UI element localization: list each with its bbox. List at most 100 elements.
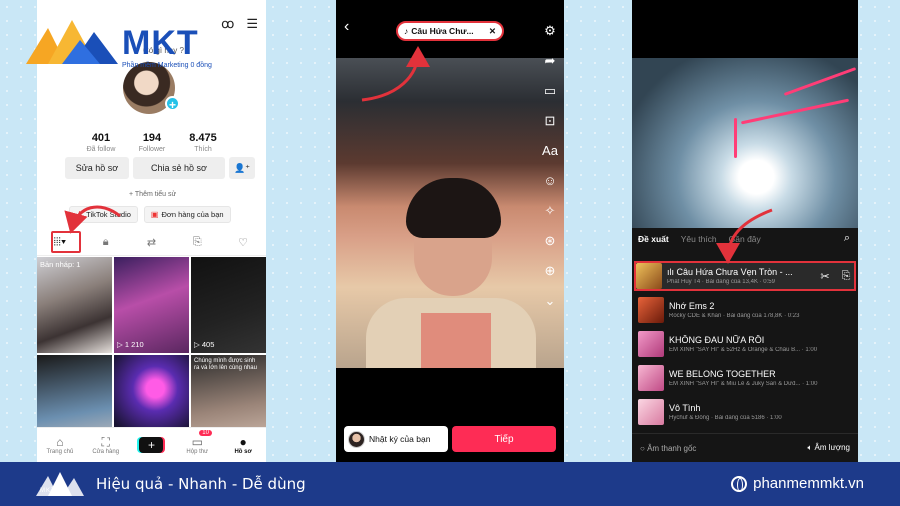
bottom-nav: ⌂ Trang chủ ⛶ Cửa hàng + 10 ▭ Hộp thư ● Hồ sơ bbox=[37, 427, 266, 462]
song-title: Nhớ Ems 2 bbox=[669, 301, 715, 311]
song-title: KHÔNG ĐAU NỮA RỒI bbox=[669, 335, 765, 345]
stat-value: 194 bbox=[142, 132, 162, 144]
footer-website[interactable]: phanmemmkt.vn bbox=[731, 475, 864, 492]
song-text: ılı Câu Hứa Chưa Vẹn Tròn - ... Phát Huy… bbox=[667, 267, 812, 285]
text-icon[interactable]: Aa bbox=[542, 142, 558, 160]
nav-label: Hồ sơ bbox=[234, 449, 252, 455]
add-bio-link[interactable]: + Thêm tiểu sử bbox=[129, 191, 176, 198]
song-meta: EM XINH "SAY HI" & 52Hz & Orange & Châu … bbox=[669, 347, 818, 353]
music-picker-screen: Đề xuất Yêu thích Gần đây ⌕ ılı Câu Hứa … bbox=[632, 0, 858, 462]
download-icon[interactable]: ⊕ bbox=[542, 262, 558, 280]
music-sheet: Đề xuất Yêu thích Gần đây ⌕ ılı Câu Hứa … bbox=[632, 228, 858, 462]
edit-profile-button[interactable]: Sửa hồ sơ bbox=[65, 157, 129, 179]
song-cover bbox=[638, 331, 664, 357]
heart-icon: ♡ bbox=[238, 237, 249, 249]
video-preview[interactable] bbox=[632, 58, 858, 228]
volume-button[interactable]: 🔈︎ Âm lượng bbox=[807, 443, 850, 453]
view-count: ▷ 405 bbox=[194, 340, 215, 349]
inbox-badge: 10 bbox=[199, 430, 212, 436]
add-avatar-icon[interactable]: + bbox=[165, 96, 180, 112]
scissors-icon[interactable]: ✂ bbox=[817, 270, 833, 283]
song-item[interactable]: Nhớ Ems 2 Rocky CDE & Khan · Bài đăng củ… bbox=[638, 295, 852, 325]
footprint-icon[interactable]: ꝏ bbox=[221, 16, 234, 32]
song-item[interactable]: WE BELONG TOGETHER EM XINH "SAY HI" & Mi… bbox=[638, 363, 852, 393]
view-count: ▷ 1 210 bbox=[117, 340, 144, 349]
menu-icon[interactable]: ☰ bbox=[246, 16, 258, 32]
share-icon[interactable]: ➦ bbox=[542, 52, 558, 70]
highlight-box bbox=[51, 231, 81, 253]
song-text: KHÔNG ĐAU NỮA RỒI EM XINH "SAY HI" & 52H… bbox=[669, 335, 852, 353]
song-meta: EM XINH "SAY HI" & Miu Lê & Juky San & D… bbox=[669, 381, 818, 387]
settings-icon[interactable]: ⚙ bbox=[542, 22, 558, 40]
nav-home[interactable]: ⌂ Trang chủ bbox=[42, 435, 78, 455]
song-item[interactable]: Vô Tình Hychuf & Đông · Bài đăng của 518… bbox=[638, 397, 852, 427]
nav-label: Cửa hàng bbox=[92, 449, 120, 455]
video-thumbnail[interactable]: Bản nháp: 1 bbox=[37, 257, 112, 353]
orders-button[interactable]: ▣ Đơn hàng của bạn bbox=[143, 206, 231, 223]
original-sound-toggle[interactable]: ○ Âm thanh gốc bbox=[640, 444, 696, 453]
nav-inbox[interactable]: 10 ▭ Hộp thư bbox=[179, 430, 215, 455]
top-icons: ꝏ ☰ bbox=[221, 16, 258, 32]
nav-profile[interactable]: ● Hồ sơ bbox=[225, 435, 261, 455]
song-meta: Rocky CDE & Khan · Bài đăng của 178,8K ·… bbox=[669, 313, 800, 319]
crop-icon[interactable]: ▭ bbox=[542, 82, 558, 100]
search-icon[interactable]: ⌕ bbox=[844, 232, 850, 245]
home-icon: ⌂ bbox=[56, 435, 64, 449]
template-icon[interactable]: ⊡ bbox=[542, 112, 558, 130]
effects-icon[interactable]: ✧ bbox=[542, 202, 558, 220]
video-thumbnail[interactable]: ▷ 1 210 bbox=[114, 257, 189, 353]
lock-icon: 🔒︎ bbox=[102, 236, 109, 248]
song-text: WE BELONG TOGETHER EM XINH "SAY HI" & Mi… bbox=[669, 369, 852, 387]
profile-icon: ● bbox=[239, 435, 247, 449]
share-profile-button[interactable]: Chia sẻ hồ sơ bbox=[133, 157, 225, 179]
editor-bottom-bar: Nhật ký của bạn Tiếp bbox=[336, 368, 564, 462]
music-tabs: Đề xuất Yêu thích Gần đây bbox=[638, 234, 761, 244]
next-button[interactable]: Tiếp bbox=[452, 426, 556, 452]
tiktok-studio-button[interactable]: ♟ TikTok Studio bbox=[69, 206, 138, 223]
preview-detail bbox=[740, 98, 850, 125]
sticker-icon[interactable]: ☺ bbox=[542, 172, 558, 190]
tab-favorites[interactable]: Yêu thích bbox=[681, 234, 717, 244]
logo-brand: MKT bbox=[122, 24, 199, 62]
video-caption: Chúng mình được sinh ra và lớn lên cùng … bbox=[194, 358, 257, 371]
stat-following[interactable]: 401 Đã follow bbox=[77, 132, 125, 153]
song-item[interactable]: KHÔNG ĐAU NỮA RỒI EM XINH "SAY HI" & 52H… bbox=[638, 329, 852, 359]
back-icon[interactable]: ‹ bbox=[344, 18, 349, 36]
sound-selector[interactable]: ♪ Câu Hứa Chư... ✕ bbox=[396, 21, 504, 41]
cart-icon: ▣ bbox=[150, 210, 159, 219]
profile-stats: 401 Đã follow 194 Follower 8.475 Thích bbox=[77, 132, 227, 153]
bookmark-icon[interactable]: ⎘ bbox=[838, 270, 854, 283]
your-diary-button[interactable]: Nhật ký của bạn bbox=[344, 426, 448, 452]
nav-label: Hộp thư bbox=[186, 449, 209, 455]
add-friend-button[interactable]: 👤⁺ bbox=[229, 157, 255, 179]
song-cover bbox=[638, 365, 664, 391]
mkt-logo: MKT Phần mềm Marketing 0 đồng bbox=[22, 12, 222, 84]
tab-recent[interactable]: Gần đây bbox=[729, 234, 761, 244]
shop-bag-icon: ⛶ bbox=[101, 435, 110, 449]
footer-brand: MKT bbox=[40, 488, 56, 494]
song-title: WE BELONG TOGETHER bbox=[669, 369, 776, 379]
tab-private[interactable]: 🔒︎ bbox=[93, 236, 119, 249]
tab-recommended[interactable]: Đề xuất bbox=[638, 234, 669, 244]
song-cover bbox=[638, 297, 664, 323]
tab-liked[interactable]: ♡ bbox=[230, 236, 256, 249]
repost-icon: ⇄ bbox=[146, 237, 157, 249]
stat-likes[interactable]: 8.475 Thích bbox=[179, 132, 227, 153]
preview-detail bbox=[734, 118, 737, 158]
tab-reposts[interactable]: ⇄ bbox=[138, 236, 164, 249]
filter-icon[interactable]: ⊛ bbox=[542, 232, 558, 250]
tab-saved[interactable]: ⎘ bbox=[184, 236, 210, 249]
stat-label: Thích bbox=[194, 146, 212, 153]
nav-shop[interactable]: ⛶ Cửa hàng bbox=[88, 435, 124, 455]
close-icon[interactable]: ✕ bbox=[489, 26, 496, 37]
video-thumbnail[interactable]: ▷ 405 bbox=[191, 257, 266, 353]
video-grid: Bản nháp: 1 ▷ 1 210 ▷ 405 Chúng mình đượ… bbox=[37, 257, 266, 451]
song-item[interactable]: ılı Câu Hứa Chưa Vẹn Tròn - ... Phát Huy… bbox=[634, 261, 856, 291]
music-footer: ○ Âm thanh gốc 🔈︎ Âm lượng bbox=[632, 433, 858, 462]
stat-followers[interactable]: 194 Follower bbox=[128, 132, 176, 153]
video-preview[interactable] bbox=[336, 58, 564, 426]
sound-label: Câu Hứa Chư... bbox=[411, 26, 474, 36]
nav-label: Trang chủ bbox=[46, 449, 74, 455]
nav-create[interactable]: + bbox=[133, 437, 169, 453]
more-icon[interactable]: ⌄ bbox=[542, 292, 558, 310]
